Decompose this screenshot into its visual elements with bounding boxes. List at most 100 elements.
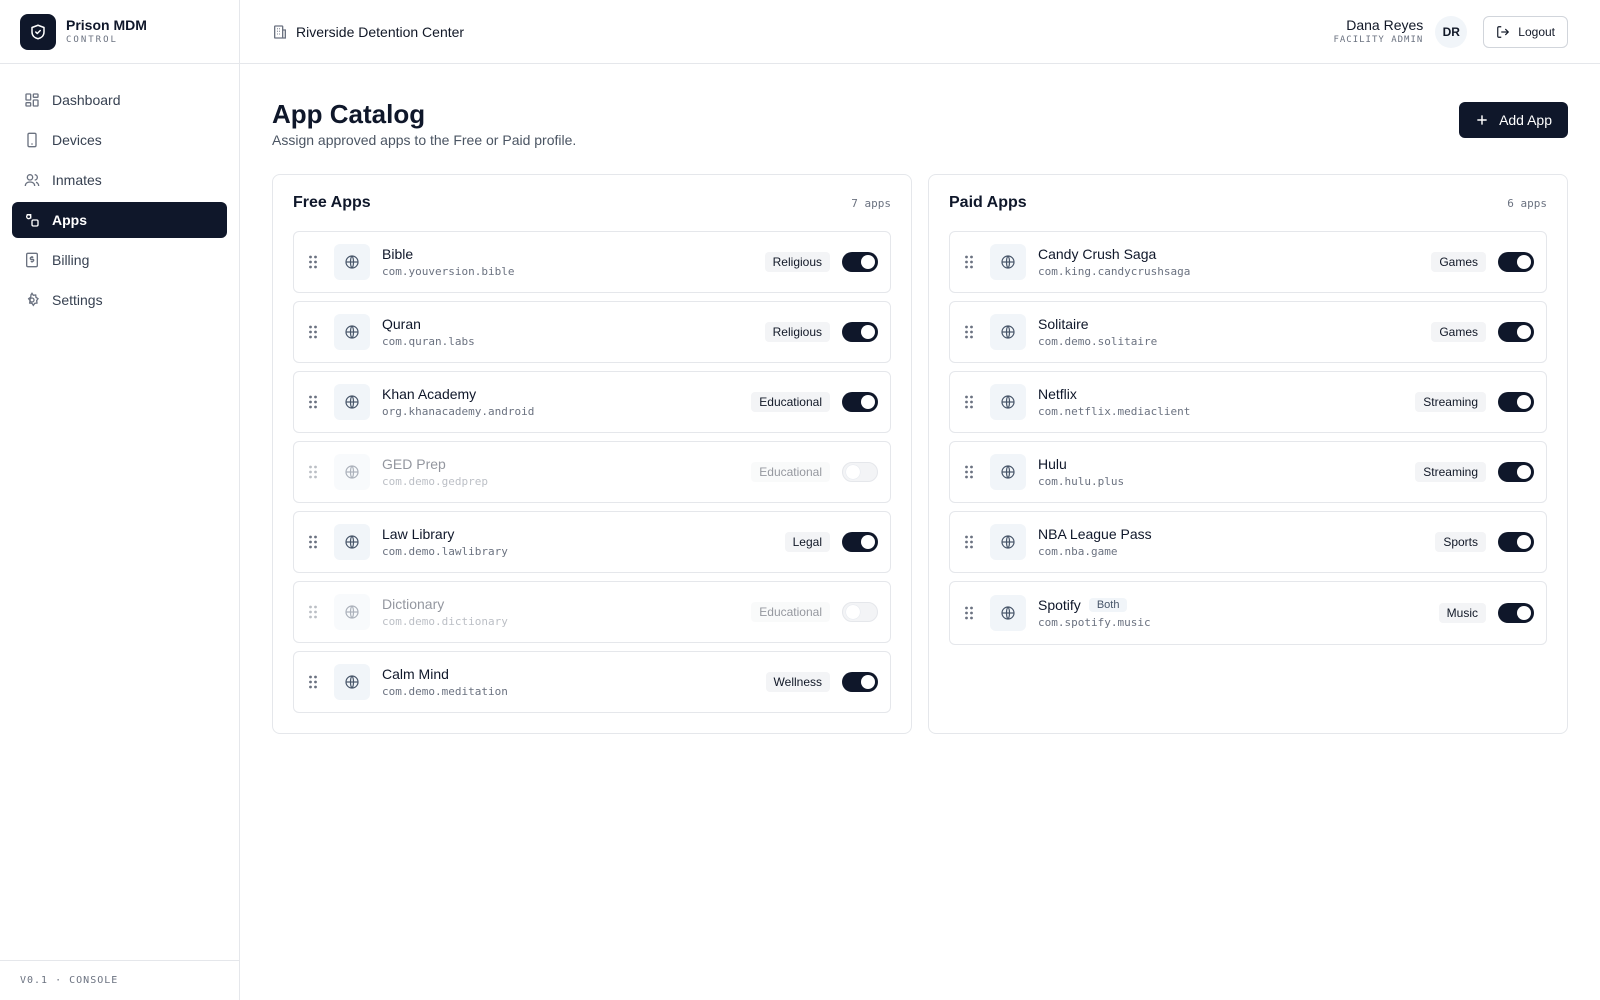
category-badge: Games [1431,322,1486,342]
enable-toggle[interactable] [1498,603,1534,623]
drag-handle-icon[interactable] [964,605,976,621]
topbar: Riverside Detention Center Dana Reyes FA… [240,0,1600,64]
paid-app-list: Candy Crush Saga com.king.candycrushsaga… [949,231,1547,645]
free-apps-panel: Free Apps 7 apps Bible com.youversion.bi… [272,174,912,734]
user-name: Dana Reyes [1346,16,1424,33]
globe-icon [990,454,1026,490]
drag-handle-icon[interactable] [308,534,320,550]
both-badge: Both [1088,597,1128,612]
drag-handle-icon[interactable] [308,254,320,270]
app-row[interactable]: Dictionary com.demo.dictionary Education… [293,581,891,643]
app-name: NBA League Pass [1038,525,1152,542]
logout-button[interactable]: Logout [1483,15,1568,48]
app-name: Bible [382,245,414,262]
plus-icon [1477,115,1487,125]
logout-label: Logout [1518,24,1555,39]
globe-icon [334,384,370,420]
app-package: com.netflix.mediaclient [1038,404,1191,418]
app-row[interactable]: Spotify Both com.spotify.music Music [949,581,1547,645]
drag-handle-icon[interactable] [964,324,976,340]
enable-toggle[interactable] [842,672,878,692]
app-package: com.demo.gedprep [382,474,488,488]
app-row[interactable]: GED Prep com.demo.gedprep Educational [293,441,891,503]
globe-icon [990,524,1026,560]
user-role: FACILITY ADMIN [1333,34,1424,45]
avatar[interactable]: DR [1435,15,1468,48]
app-row[interactable]: Bible com.youversion.bible Religious [293,231,891,293]
category-badge: Religious [764,322,830,342]
app-row[interactable]: Candy Crush Saga com.king.candycrushsaga… [949,231,1547,293]
drag-handle-icon[interactable] [964,464,976,480]
globe-icon [990,595,1026,631]
shield-logo-icon [20,13,56,50]
app-package: org.khanacademy.android [382,404,535,418]
brand-name: Prison MDM [66,16,147,33]
drag-handle-icon[interactable] [964,534,976,550]
category-badge: Wellness [765,672,830,692]
enable-toggle[interactable] [1498,322,1534,342]
sidebar-item-dashboard[interactable]: Dashboard [12,82,227,118]
drag-handle-icon[interactable] [308,464,320,480]
apps-icon [25,214,39,227]
sidebar-item-label: Billing [52,252,90,268]
globe-icon [990,314,1026,350]
app-row[interactable]: Hulu com.hulu.plus Streaming [949,441,1547,503]
enable-toggle[interactable] [842,252,878,272]
enable-toggle[interactable] [842,602,878,622]
sidebar-item-label: Devices [52,132,102,148]
globe-icon [990,244,1026,280]
app-row[interactable]: NBA League Pass com.nba.game Sports [949,511,1547,573]
app-name: Netflix [1038,385,1077,402]
app-name: Dictionary [382,595,445,612]
enable-toggle[interactable] [1498,252,1534,272]
enable-toggle[interactable] [842,322,878,342]
category-badge: Streaming [1415,462,1486,482]
sidebar-item-settings[interactable]: Settings [12,282,227,318]
app-name: GED Prep [382,455,446,472]
facility-name: Riverside Detention Center [296,23,465,40]
enable-toggle[interactable] [1498,392,1534,412]
sidebar-item-devices[interactable]: Devices [12,122,227,158]
drag-handle-icon[interactable] [964,394,976,410]
app-name: Candy Crush Saga [1038,245,1157,262]
app-row[interactable]: Netflix com.netflix.mediaclient Streamin… [949,371,1547,433]
app-package: com.demo.meditation [382,684,508,698]
drag-handle-icon[interactable] [308,394,320,410]
sidebar-nav: Dashboard Devices Inmates Apps Billing S… [0,64,239,318]
app-row[interactable]: Law Library com.demo.lawlibrary Legal [293,511,891,573]
enable-toggle[interactable] [842,532,878,552]
enable-toggle[interactable] [842,392,878,412]
enable-toggle[interactable] [1498,462,1534,482]
app-name: Spotify [1038,596,1081,613]
globe-icon [334,454,370,490]
version-footer: V0.1 · CONSOLE [0,960,239,1000]
device-icon [27,132,37,148]
globe-icon [334,244,370,280]
sidebar-item-label: Inmates [52,172,102,188]
drag-handle-icon[interactable] [964,254,976,270]
enable-toggle[interactable] [1498,532,1534,552]
category-badge: Streaming [1415,392,1486,412]
app-row[interactable]: Quran com.quran.labs Religious [293,301,891,363]
app-row[interactable]: Khan Academy org.khanacademy.android Edu… [293,371,891,433]
sidebar-item-label: Apps [52,212,87,228]
app-row[interactable]: Solitaire com.demo.solitaire Games [949,301,1547,363]
drag-handle-icon[interactable] [308,674,320,690]
sidebar-item-inmates[interactable]: Inmates [12,162,227,198]
sidebar-item-billing[interactable]: Billing [12,242,227,278]
app-row[interactable]: Calm Mind com.demo.meditation Wellness [293,651,891,713]
drag-handle-icon[interactable] [308,324,320,340]
globe-icon [990,384,1026,420]
app-package: com.demo.dictionary [382,614,508,628]
add-app-button[interactable]: Add App [1459,102,1568,138]
app-package: com.king.candycrushsaga [1038,264,1191,278]
category-badge: Games [1431,252,1486,272]
main-content: App Catalog Assign approved apps to the … [240,64,1600,1000]
enable-toggle[interactable] [842,462,878,482]
billing-icon [26,252,38,268]
drag-handle-icon[interactable] [308,604,320,620]
sidebar-item-apps[interactable]: Apps [12,202,227,238]
app-name: Solitaire [1038,315,1089,332]
app-package: com.demo.lawlibrary [382,544,508,558]
sidebar-item-label: Dashboard [52,92,121,108]
